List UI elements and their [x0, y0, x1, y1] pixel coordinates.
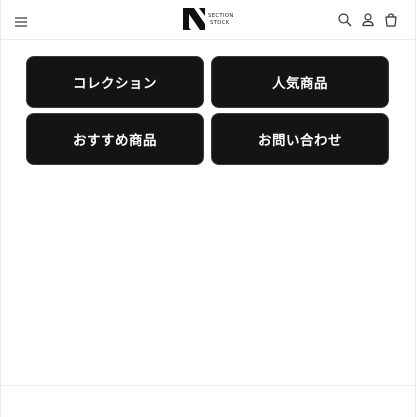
footer-divider — [1, 385, 415, 386]
logo-text-line2: STOCK — [210, 20, 230, 26]
page: SECTION STOCK コレクション 人気商品 おすすめ商品 お問い合わせ — [0, 0, 416, 417]
popular-products-button[interactable]: 人気商品 — [211, 56, 389, 108]
cart-icon[interactable] — [383, 12, 399, 28]
site-header: SECTION STOCK — [1, 0, 415, 40]
logo-mark-icon — [183, 8, 205, 30]
logo-text-line1: SECTION — [208, 13, 234, 19]
recommended-products-label: おすすめ商品 — [73, 133, 157, 149]
site-logo[interactable]: SECTION STOCK — [183, 8, 235, 32]
collection-button[interactable]: コレクション — [26, 56, 204, 108]
collection-label: コレクション — [73, 76, 157, 92]
popular-products-label: 人気商品 — [272, 76, 328, 92]
contact-label: お問い合わせ — [258, 133, 342, 149]
hamburger-menu-icon[interactable] — [15, 13, 27, 27]
recommended-products-button[interactable]: おすすめ商品 — [26, 113, 204, 165]
search-icon[interactable] — [337, 12, 353, 28]
contact-button[interactable]: お問い合わせ — [211, 113, 389, 165]
account-icon[interactable] — [360, 12, 376, 28]
